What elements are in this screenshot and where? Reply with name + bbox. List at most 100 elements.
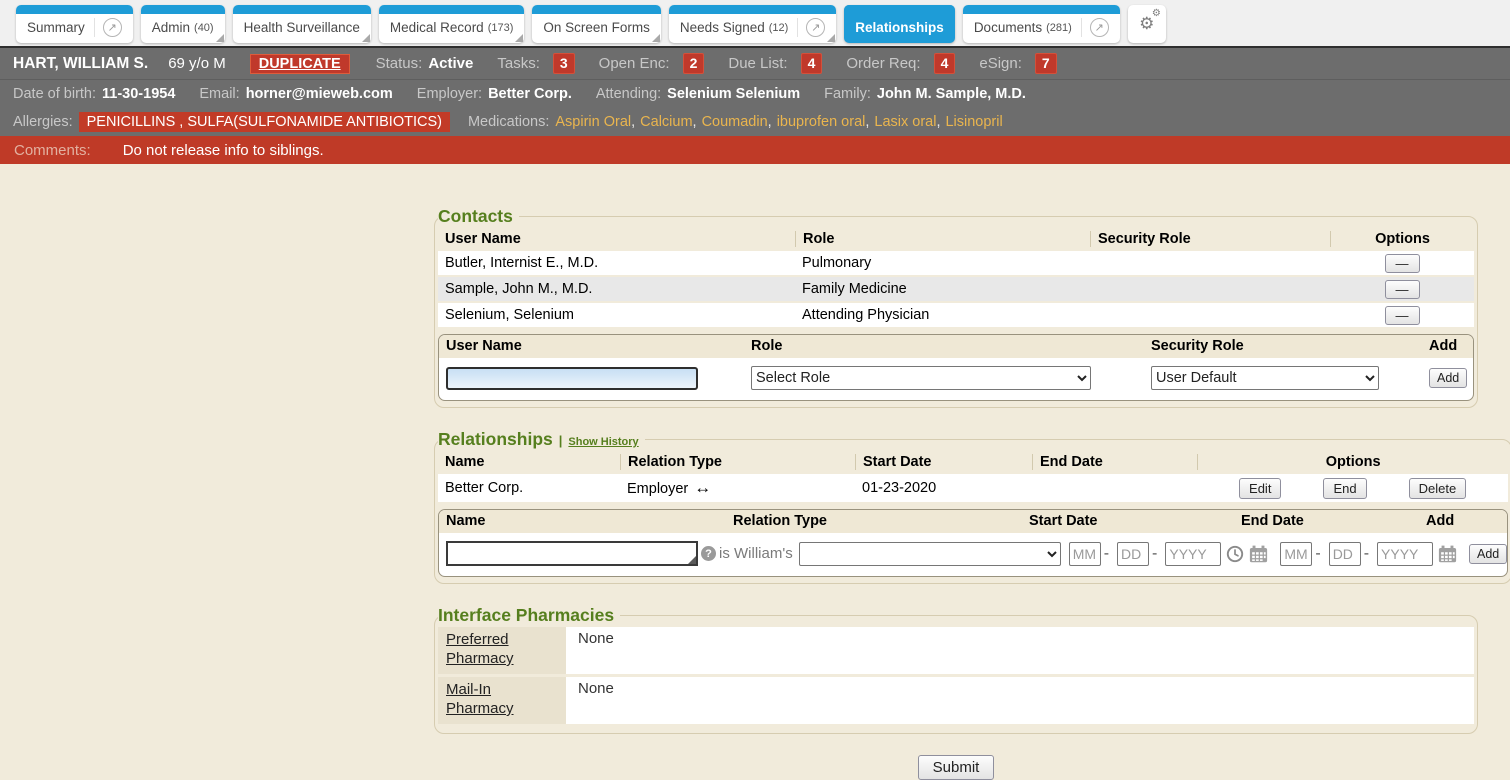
- relationships-section: Relationships | Show History Name Relati…: [434, 429, 1510, 584]
- contact-role-select[interactable]: Select Role: [751, 366, 1091, 390]
- order-req-group: Order Req: 4: [846, 53, 955, 74]
- tab-label: Admin: [152, 20, 190, 35]
- table-row: Sample, John M., M.D. Family Medicine —: [438, 277, 1474, 303]
- end-day-input[interactable]: [1329, 542, 1361, 566]
- allergies-value[interactable]: PENICILLINS , SULFA(SULFONAMIDE ANTIBIOT…: [79, 112, 450, 132]
- calendar-icon[interactable]: [1438, 545, 1457, 563]
- medication[interactable]: Aspirin Oral: [555, 114, 631, 130]
- start-year-input[interactable]: [1165, 542, 1221, 566]
- pharmacies-table: Preferred Pharmacy None Mail-In Pharmacy…: [438, 627, 1474, 727]
- tab-count: (281): [1046, 22, 1072, 34]
- tasks-badge[interactable]: 3: [553, 53, 575, 74]
- remove-contact-button[interactable]: —: [1385, 306, 1420, 325]
- esign-badge[interactable]: 7: [1035, 53, 1057, 74]
- status-group: Status: Active: [376, 55, 474, 72]
- contact-user-name-input[interactable]: [446, 367, 698, 390]
- tab-admin[interactable]: Admin (40): [141, 5, 225, 43]
- status-value: Active: [428, 55, 473, 72]
- relation-type-select[interactable]: [799, 542, 1061, 566]
- popout-icon[interactable]: ↗: [94, 18, 122, 37]
- tab-on-screen-forms[interactable]: On Screen Forms: [532, 5, 661, 43]
- medication[interactable]: Calcium: [640, 114, 692, 130]
- add-relationship-input-row: ? is William's - - - -: [439, 533, 1507, 576]
- tab-label: Needs Signed: [680, 20, 765, 35]
- tab-documents[interactable]: Documents (281) ↗: [963, 5, 1120, 43]
- tab-health-surveillance[interactable]: Health Surveillance: [233, 5, 371, 43]
- popout-icon[interactable]: ↗: [1081, 18, 1109, 37]
- tab-summary[interactable]: Summary ↗: [16, 5, 133, 43]
- tab-bar: Summary ↗ Admin (40) Health Surveillance…: [0, 0, 1510, 48]
- email-value: horner@mieweb.com: [246, 86, 393, 102]
- tab-medical-record[interactable]: Medical Record (173): [379, 5, 524, 43]
- employer-value: Better Corp.: [488, 86, 572, 102]
- add-relationship-button[interactable]: Add: [1469, 544, 1507, 564]
- help-icon[interactable]: ?: [701, 546, 716, 561]
- tab-label: On Screen Forms: [543, 20, 650, 35]
- gear-small-icon: ⚙: [1152, 8, 1161, 19]
- medication[interactable]: ibuprofen oral: [777, 114, 866, 130]
- mail-in-pharmacy-value: None: [566, 677, 1474, 724]
- contact-security-role-select[interactable]: User Default: [1151, 366, 1379, 390]
- medication[interactable]: Lisinopril: [945, 114, 1002, 130]
- end-month-input[interactable]: [1280, 542, 1312, 566]
- comments-text: Do not release info to siblings.: [123, 142, 324, 159]
- tasks-group: Tasks: 3: [497, 53, 574, 74]
- end-relationship-button[interactable]: End: [1323, 478, 1366, 499]
- start-month-input[interactable]: [1069, 542, 1101, 566]
- add-contact-panel: User Name Role Security Role Add Select …: [438, 334, 1474, 401]
- tab-label: Health Surveillance: [244, 20, 360, 35]
- contact-role: Attending Physician: [795, 307, 1090, 323]
- submit-button[interactable]: Submit: [918, 755, 995, 780]
- preferred-pharmacy-value: None: [566, 627, 1474, 674]
- delete-relationship-button[interactable]: Delete: [1409, 478, 1467, 499]
- add-relationship-header-row: Name Relation Type Start Date End Date A…: [439, 510, 1507, 533]
- due-list-badge[interactable]: 4: [801, 53, 823, 74]
- calendar-icon[interactable]: [1249, 545, 1268, 563]
- clock-icon[interactable]: [1226, 545, 1244, 563]
- attending-value: Selenium Selenium: [667, 86, 800, 102]
- medication[interactable]: Lasix oral: [874, 114, 936, 130]
- mail-in-pharmacy-link[interactable]: Mail-In Pharmacy: [446, 681, 514, 717]
- start-day-input[interactable]: [1117, 542, 1149, 566]
- relationship-type: Employer↔: [620, 478, 855, 498]
- table-row: Mail-In Pharmacy None: [438, 677, 1474, 727]
- contact-user-name: Selenium, Selenium: [438, 307, 795, 323]
- table-row: Butler, Internist E., M.D. Pulmonary —: [438, 251, 1474, 277]
- pharmacies-section: Interface Pharmacies Preferred Pharmacy …: [434, 605, 1478, 734]
- relationship-name-input[interactable]: [446, 541, 698, 566]
- order-req-badge[interactable]: 4: [934, 53, 956, 74]
- tab-count: (173): [488, 22, 514, 34]
- tab-needs-signed[interactable]: Needs Signed (12) ↗: [669, 5, 836, 43]
- patient-banner-row3: Allergies: PENICILLINS , SULFA(SULFONAMI…: [0, 107, 1510, 136]
- duplicate-flag[interactable]: DUPLICATE: [250, 54, 350, 74]
- tab-count: (12): [769, 22, 789, 34]
- show-history-link[interactable]: Show History: [568, 436, 638, 448]
- relationship-name: Better Corp.: [438, 480, 620, 496]
- contacts-section: Contacts User Name Role Security Role Op…: [434, 206, 1478, 408]
- medication[interactable]: Coumadin: [702, 114, 768, 130]
- table-row: Preferred Pharmacy None: [438, 627, 1474, 677]
- open-enc-badge[interactable]: 2: [683, 53, 705, 74]
- open-enc-group: Open Enc: 2: [599, 53, 705, 74]
- settings-button[interactable]: ⚙ ⚙: [1128, 5, 1166, 43]
- end-year-input[interactable]: [1377, 542, 1433, 566]
- remove-contact-button[interactable]: —: [1385, 254, 1420, 273]
- bidirectional-arrow-icon: ↔: [694, 478, 711, 497]
- preferred-pharmacy-link[interactable]: Preferred Pharmacy: [446, 631, 514, 667]
- remove-contact-button[interactable]: —: [1385, 280, 1420, 299]
- add-contact-button[interactable]: Add: [1429, 368, 1467, 388]
- tab-label: Medical Record: [390, 20, 484, 35]
- popout-icon[interactable]: ↗: [797, 18, 825, 37]
- edit-relationship-button[interactable]: Edit: [1239, 478, 1281, 499]
- tab-relationships[interactable]: Relationships: [844, 5, 955, 43]
- add-contact-header-row: User Name Role Security Role Add: [439, 335, 1473, 358]
- contacts-title: Contacts: [438, 206, 513, 227]
- relationships-header-row: Name Relation Type Start Date End Date O…: [438, 451, 1508, 474]
- table-row: Selenium, Selenium Attending Physician —: [438, 303, 1474, 329]
- main-content: Contacts User Name Role Security Role Op…: [0, 164, 1510, 780]
- patient-name: HART, WILLIAM S.: [13, 55, 148, 73]
- patient-age-sex: 69 y/o M: [168, 55, 226, 72]
- family-group: Family: John M. Sample, M.D.: [824, 86, 1026, 102]
- tab-count: (40): [194, 22, 214, 34]
- attending-group: Attending: Selenium Selenium: [596, 86, 800, 102]
